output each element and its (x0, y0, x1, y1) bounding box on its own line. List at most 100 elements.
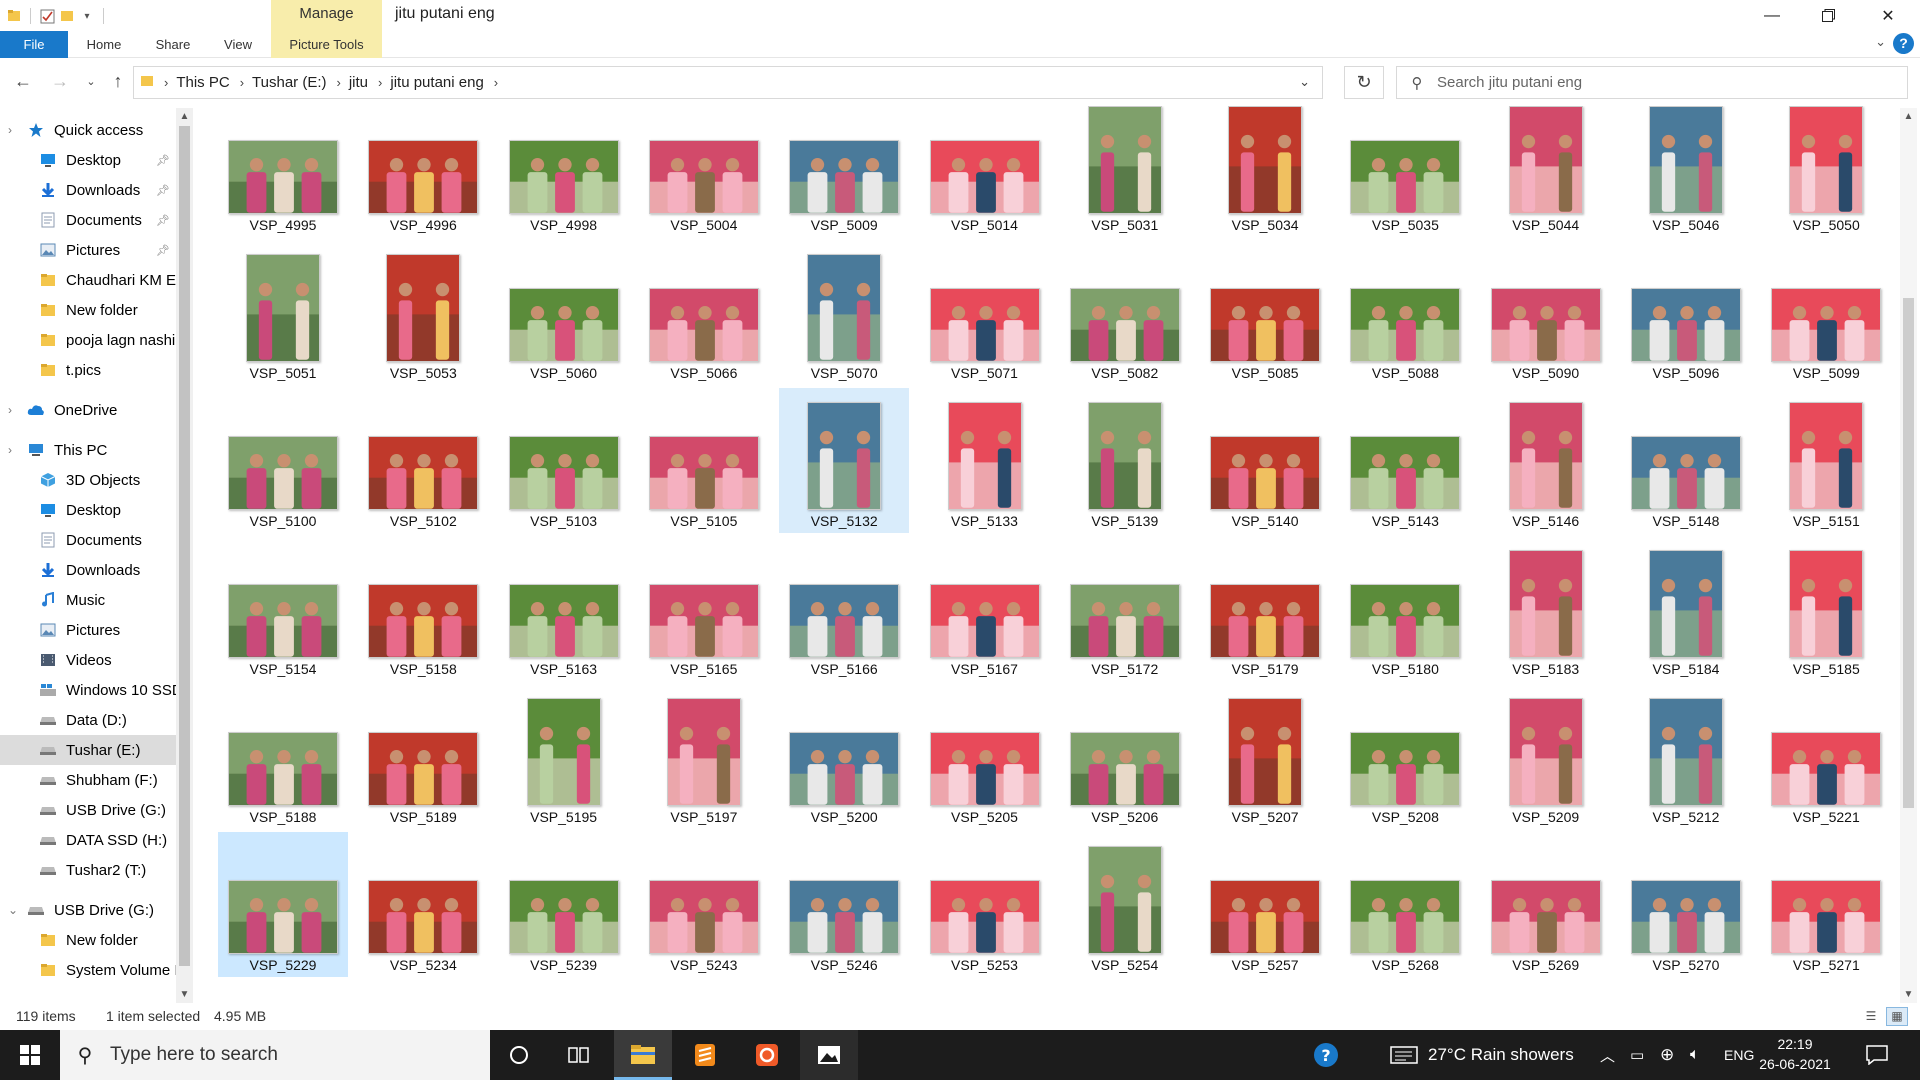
properties-icon[interactable] (37, 6, 57, 26)
scrollbar-thumb[interactable] (1903, 298, 1914, 808)
file-item[interactable]: VSP_5031 (1060, 106, 1190, 237)
file-item[interactable]: VSP_5158 (358, 536, 488, 681)
file-item[interactable]: VSP_5070 (779, 240, 909, 385)
file-item[interactable]: VSP_4995 (218, 106, 348, 237)
scroll-down-icon[interactable]: ▼ (176, 986, 193, 1003)
volume-icon[interactable]: 🔈︎ (1690, 1030, 1700, 1080)
file-item[interactable]: VSP_5180 (1340, 536, 1470, 681)
breadcrumb-separator-icon[interactable]: › (378, 75, 382, 90)
search-box[interactable]: ⚲ Search jitu putani eng (1396, 66, 1908, 99)
notifications-icon[interactable] (1866, 1030, 1888, 1080)
file-item[interactable]: VSP_5143 (1340, 388, 1470, 533)
sidebar-item-pooja-lagn-nashi[interactable]: pooja lagn nashi (0, 325, 176, 355)
expand-chevron-icon[interactable]: ⌄ (8, 903, 18, 917)
sidebar-item-t-pics[interactable]: t.pics (0, 355, 176, 385)
details-view-icon[interactable]: ☰ (1860, 1007, 1882, 1026)
file-item[interactable]: VSP_5139 (1060, 388, 1190, 533)
sidebar-item-desktop[interactable]: Desktop (0, 495, 176, 525)
clock[interactable]: 22:19 26-06-2021 (1755, 1034, 1835, 1074)
file-item[interactable]: VSP_5035 (1340, 106, 1470, 237)
file-item[interactable]: VSP_5004 (639, 106, 769, 237)
file-item[interactable]: VSP_4998 (499, 106, 629, 237)
network-icon[interactable]: ⊕ (1660, 1030, 1674, 1080)
windows-start-icon[interactable] (0, 1030, 60, 1080)
file-item[interactable]: VSP_5133 (920, 388, 1050, 533)
file-item[interactable]: VSP_5195 (499, 684, 629, 829)
manage-tab[interactable]: Manage (271, 0, 382, 31)
forward-button[interactable]: → (49, 70, 71, 92)
file-item[interactable]: VSP_5205 (920, 684, 1050, 829)
tab-view[interactable]: View (214, 31, 262, 58)
file-item[interactable]: VSP_5051 (218, 240, 348, 385)
sidebar-item-documents[interactable]: Documents (0, 525, 176, 555)
file-grid-scrollbar[interactable]: ▲ ▼ (1900, 108, 1917, 1003)
tab-file[interactable]: File (0, 31, 68, 58)
file-item[interactable]: VSP_5243 (639, 832, 769, 977)
file-item[interactable]: VSP_5154 (218, 536, 348, 681)
sidebar-item-data-d[interactable]: Data (D:) (0, 705, 176, 735)
file-item[interactable]: VSP_5009 (779, 106, 909, 237)
sidebar-item-system-volume-i[interactable]: System Volume I (0, 955, 176, 985)
sidebar-item-onedrive[interactable]: › OneDrive (0, 395, 176, 425)
sidebar-item-new-folder[interactable]: New folder (0, 925, 176, 955)
file-item[interactable]: VSP_5163 (499, 536, 629, 681)
file-item[interactable]: VSP_5166 (779, 536, 909, 681)
weather-text[interactable]: 27°C Rain showers (1428, 1030, 1574, 1080)
scroll-up-icon[interactable]: ▲ (1900, 108, 1917, 125)
sidebar-item-chaudhari-km-er[interactable]: Chaudhari KM Er (0, 265, 176, 295)
sidebar-item-pictures[interactable]: Pictures (0, 615, 176, 645)
sidebar-item-this-pc[interactable]: › This PC (0, 435, 176, 465)
sidebar-item-new-folder[interactable]: New folder (0, 295, 176, 325)
file-item[interactable]: VSP_5239 (499, 832, 629, 977)
file-item[interactable]: VSP_5253 (920, 832, 1050, 977)
sidebar-item-usb-drive-g[interactable]: ⌄ USB Drive (G:) (0, 895, 176, 925)
file-item[interactable]: VSP_5185 (1761, 536, 1891, 681)
photos-icon[interactable] (800, 1030, 858, 1080)
file-item[interactable]: VSP_5105 (639, 388, 769, 533)
sidebar-item-videos[interactable]: Videos (0, 645, 176, 675)
file-item[interactable]: VSP_5172 (1060, 536, 1190, 681)
expand-chevron-icon[interactable]: › (8, 403, 12, 417)
expand-chevron-icon[interactable]: › (8, 443, 12, 457)
file-item[interactable]: VSP_5221 (1761, 684, 1891, 829)
expand-chevron-icon[interactable]: › (8, 123, 12, 137)
breadcrumb-jitu[interactable]: jitu (349, 74, 368, 91)
tab-share[interactable]: Share (146, 31, 200, 58)
file-item[interactable]: VSP_5189 (358, 684, 488, 829)
show-hidden-icons-icon[interactable]: ︿ (1600, 1030, 1615, 1080)
file-item[interactable]: VSP_5046 (1621, 106, 1751, 237)
file-item[interactable]: VSP_5197 (639, 684, 769, 829)
breadcrumb-this-pc[interactable]: This PC (176, 74, 229, 91)
file-item[interactable]: VSP_5053 (358, 240, 488, 385)
breadcrumb-current-folder[interactable]: jitu putani eng (390, 74, 483, 91)
help-icon[interactable]: ? (1893, 33, 1914, 54)
file-item[interactable]: VSP_5165 (639, 536, 769, 681)
sidebar-item-usb-drive-g[interactable]: USB Drive (G:) (0, 795, 176, 825)
sidebar-item-desktop[interactable]: Desktop 📌︎ (0, 145, 176, 175)
sidebar-item-tushar-e[interactable]: Tushar (E:) (0, 735, 176, 765)
file-item[interactable]: VSP_4996 (358, 106, 488, 237)
file-item[interactable]: VSP_5102 (358, 388, 488, 533)
file-item[interactable]: VSP_5071 (920, 240, 1050, 385)
language-indicator[interactable]: ENG (1724, 1030, 1754, 1080)
breadcrumb-separator-icon[interactable]: › (164, 75, 168, 90)
file-item[interactable]: VSP_5085 (1200, 240, 1330, 385)
scrollbar-thumb[interactable] (179, 126, 190, 966)
refresh-button[interactable]: ↻ (1344, 66, 1384, 99)
file-item[interactable]: VSP_5148 (1621, 388, 1751, 533)
file-explorer-taskbar-icon[interactable] (614, 1030, 672, 1080)
sidebar-item-shubham-f[interactable]: Shubham (F:) (0, 765, 176, 795)
sublime-text-icon[interactable] (676, 1030, 734, 1080)
file-item[interactable]: VSP_5103 (499, 388, 629, 533)
file-item[interactable]: VSP_5082 (1060, 240, 1190, 385)
file-item[interactable]: VSP_5050 (1761, 106, 1891, 237)
file-item[interactable]: VSP_5088 (1340, 240, 1470, 385)
recent-locations-icon[interactable]: ⌄ (80, 70, 102, 92)
file-item[interactable]: VSP_5014 (920, 106, 1050, 237)
address-dropdown-icon[interactable]: ⌄ (1299, 74, 1310, 90)
breadcrumb-separator-icon[interactable]: › (337, 75, 341, 90)
file-item[interactable]: VSP_5100 (218, 388, 348, 533)
file-item[interactable]: VSP_5151 (1761, 388, 1891, 533)
expand-ribbon-icon[interactable]: ⌄ (1875, 34, 1886, 50)
close-button[interactable]: ✕ (1860, 0, 1916, 31)
